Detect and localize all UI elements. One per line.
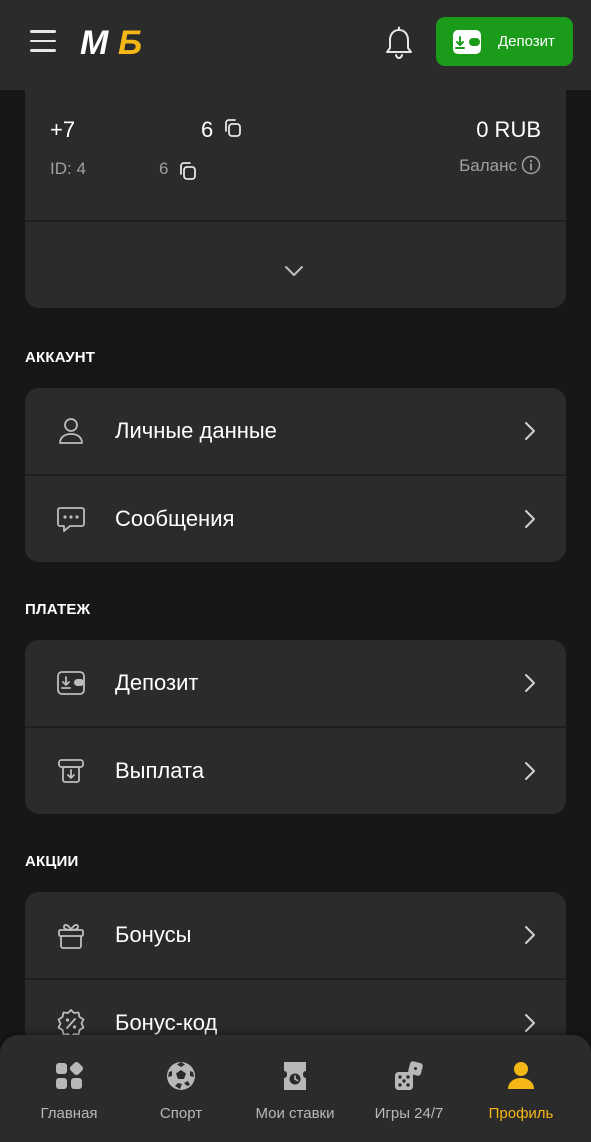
divider (25, 220, 566, 222)
chevron-right-icon (525, 422, 535, 440)
menu-item-label: Депозит (115, 670, 199, 695)
promotions-group: Бонусы Бонус-код (25, 892, 566, 1042)
info-icon[interactable] (521, 155, 541, 175)
menu-item-deposit[interactable]: Депозит (25, 640, 566, 726)
bell-icon[interactable] (383, 26, 415, 60)
payment-group: Депозит Выплата (25, 640, 566, 814)
wallet-deposit-icon (453, 29, 481, 54)
section-title-payment: ПЛАТЕЖ (25, 601, 91, 618)
menu-item-label: Бонус-код (115, 1010, 218, 1035)
nav-label: Мои ставки (255, 1105, 335, 1122)
menu-item-label: Личные данные (115, 418, 277, 443)
logo[interactable]: М Б (80, 24, 160, 60)
section-title-promotions: АКЦИИ (25, 853, 79, 870)
bottom-navigation: Главная Спорт Мои ставки Игры 24/7 Профи… (0, 1035, 591, 1142)
balance-label: Баланс (459, 156, 517, 175)
menu-item-label: Сообщения (115, 506, 235, 531)
nav-label: Профиль (488, 1105, 554, 1122)
menu-icon[interactable] (30, 30, 56, 52)
nav-item-home[interactable]: Главная (10, 1035, 128, 1142)
withdrawal-icon (58, 759, 84, 783)
menu-item-label: Выплата (115, 758, 205, 783)
deposit-button-label: Депозит (498, 33, 555, 50)
menu-item-personal-data[interactable]: Личные данные (25, 388, 566, 474)
account-id-end: 6 (159, 159, 169, 178)
nav-item-games[interactable]: Игры 24/7 (350, 1035, 468, 1142)
ticket-icon (284, 1062, 306, 1090)
copy-id-icon[interactable] (178, 161, 198, 181)
nav-item-sport[interactable]: Спорт (122, 1035, 240, 1142)
nav-label: Спорт (159, 1105, 203, 1122)
account-group: Личные данные Сообщения (25, 388, 566, 562)
soccer-ball-icon (167, 1062, 195, 1090)
account-id-start: ID: 4 (50, 159, 86, 178)
menu-item-bonus-code[interactable]: Бонус-код (25, 978, 566, 1042)
chevron-right-icon (525, 762, 535, 780)
top-header: М Б Депозит (0, 0, 591, 90)
menu-item-withdrawal[interactable]: Выплата (25, 726, 566, 814)
svg-text:М: М (80, 24, 109, 60)
nav-label: Игры 24/7 (374, 1105, 444, 1122)
nav-label: Главная (40, 1105, 98, 1122)
chevron-right-icon (525, 674, 535, 692)
phone-number-start: +7 (50, 117, 76, 142)
dice-icon (395, 1061, 423, 1090)
profile-icon (508, 1062, 534, 1089)
chevron-right-icon (525, 926, 535, 944)
account-card: +7 6 ID: 4 6 0 RUB Баланс (25, 90, 566, 308)
home-grid-icon (56, 1061, 84, 1089)
section-title-account: АККАУНТ (25, 349, 96, 366)
phone-number-end: 6 (201, 117, 214, 142)
chat-icon (57, 507, 85, 532)
chevron-right-icon (525, 1014, 535, 1032)
wallet-deposit-icon (57, 671, 85, 695)
deposit-button[interactable]: Депозит (436, 17, 573, 66)
user-icon (59, 418, 83, 444)
balance-amount: 0 RUB (476, 117, 541, 142)
nav-item-my-bets[interactable]: Мои ставки (236, 1035, 354, 1142)
svg-text:Б: Б (118, 24, 142, 60)
menu-item-label: Бонусы (115, 922, 192, 947)
copy-phone-icon[interactable] (223, 118, 243, 138)
nav-item-profile[interactable]: Профиль (462, 1035, 580, 1142)
menu-item-messages[interactable]: Сообщения (25, 474, 566, 562)
menu-item-bonuses[interactable]: Бонусы (25, 892, 566, 978)
chevron-right-icon (525, 510, 535, 528)
chevron-down-icon[interactable] (283, 264, 305, 278)
gift-icon (58, 923, 84, 949)
